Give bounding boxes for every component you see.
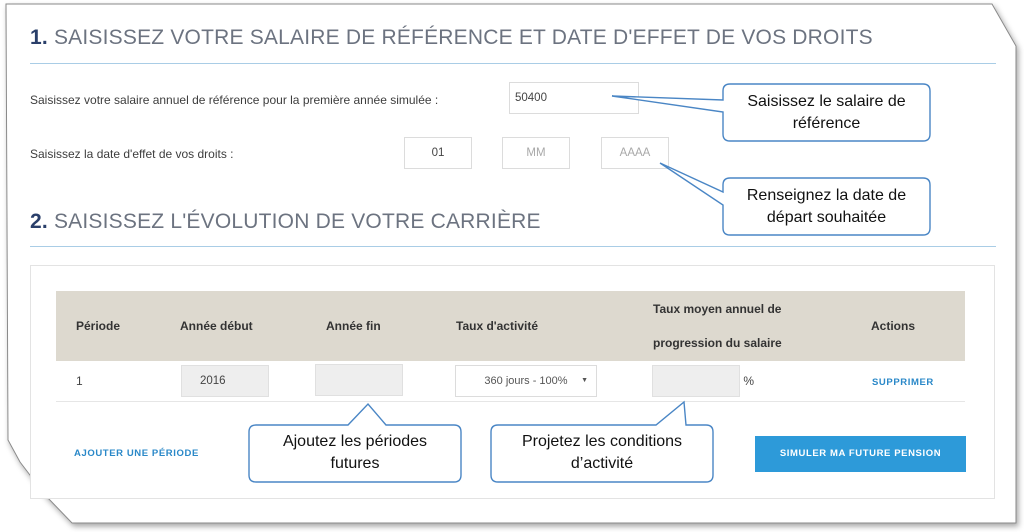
callout-periods-text: Ajoutez les périodes futures (249, 431, 461, 475)
header-actions: Actions (871, 291, 965, 361)
career-table: Période Année début Année fin Taux d'act… (56, 291, 965, 402)
date-label: Saisissez la date d'effet de vos droits … (30, 147, 234, 161)
row-period: 1 (56, 361, 180, 402)
header-start-year: Année début (180, 291, 326, 361)
chevron-down-icon: ▼ (581, 377, 588, 384)
header-progression-line1: Taux moyen annuel de (653, 302, 782, 316)
table-header-row: Période Année début Année fin Taux d'act… (56, 291, 965, 361)
header-period: Période (56, 291, 180, 361)
section-2-title: 2. SAISISSEZ L'ÉVOLUTION DE VOTRE CARRIÈ… (30, 210, 541, 234)
callout-line: futures (330, 455, 380, 472)
add-period-link[interactable]: AJOUTER UNE PÉRIODE (74, 448, 199, 459)
start-year-input[interactable]: 2016 (181, 365, 269, 397)
callout-line: départ souhaitée (766, 209, 887, 226)
date-day-input[interactable]: 01 (404, 137, 472, 169)
progression-input[interactable] (652, 365, 740, 397)
section-number: 2. (30, 210, 48, 233)
simulate-pension-button[interactable]: SIMULER MA FUTURE PENSION (755, 436, 966, 472)
section-title-text: SAISISSEZ L'ÉVOLUTION DE VOTRE CARRIÈRE (53, 210, 541, 233)
callout-line: d’activité (570, 455, 634, 472)
header-progression: Taux moyen annuel de progression du sala… (653, 291, 871, 361)
header-activity-rate: Taux d'activité (456, 291, 653, 361)
callout-line: référence (792, 115, 861, 132)
section-title-text: SAISISSEZ VOTRE SALAIRE DE RÉFÉRENCE ET … (53, 26, 873, 49)
section-divider (30, 246, 996, 247)
salary-label: Saisissez votre salaire annuel de référe… (30, 93, 439, 107)
row-start-year-cell: 2016 (180, 361, 326, 402)
percent-unit: % (743, 374, 755, 388)
simulator-form: 1. SAISISSEZ VOTRE SALAIRE DE RÉFÉRENCE … (0, 0, 1024, 532)
activity-rate-select[interactable]: 360 jours - 100% ▼ (455, 365, 597, 397)
row-actions-cell: SUPPRIMER (871, 361, 965, 402)
callout-line: Ajoutez les périodes (282, 433, 428, 450)
callout-line: Renseignez la date de (746, 187, 907, 204)
callout-line: Projetez les conditions (521, 433, 683, 450)
delete-period-link[interactable]: SUPPRIMER (872, 377, 934, 388)
row-activity-cell: 360 jours - 100% ▼ (455, 361, 653, 402)
callout-salary-text: Saisissez le salaire de référence (723, 91, 930, 135)
end-year-input[interactable] (315, 363, 403, 396)
table-row: 1 2016 360 jours - 100% ▼ % SUPPRIMER (56, 361, 965, 402)
callout-line: Saisissez le salaire de (747, 93, 906, 110)
section-divider (30, 63, 996, 64)
activity-rate-value: 360 jours - 100% (484, 375, 568, 387)
date-month-input[interactable]: MM (502, 137, 570, 169)
row-progression-cell: % (652, 361, 871, 402)
callout-date-text: Renseignez la date de départ souhaitée (723, 185, 930, 229)
callout-conditions-text: Projetez les conditions d’activité (491, 431, 713, 475)
row-end-year-cell (315, 361, 456, 402)
date-year-input[interactable]: AAAA (601, 137, 669, 169)
header-end-year: Année fin (326, 291, 456, 361)
header-progression-line2: progression du salaire (653, 336, 782, 350)
section-number: 1. (30, 26, 48, 49)
salary-input[interactable]: 50400 (509, 82, 639, 114)
section-1-title: 1. SAISISSEZ VOTRE SALAIRE DE RÉFÉRENCE … (30, 26, 873, 50)
